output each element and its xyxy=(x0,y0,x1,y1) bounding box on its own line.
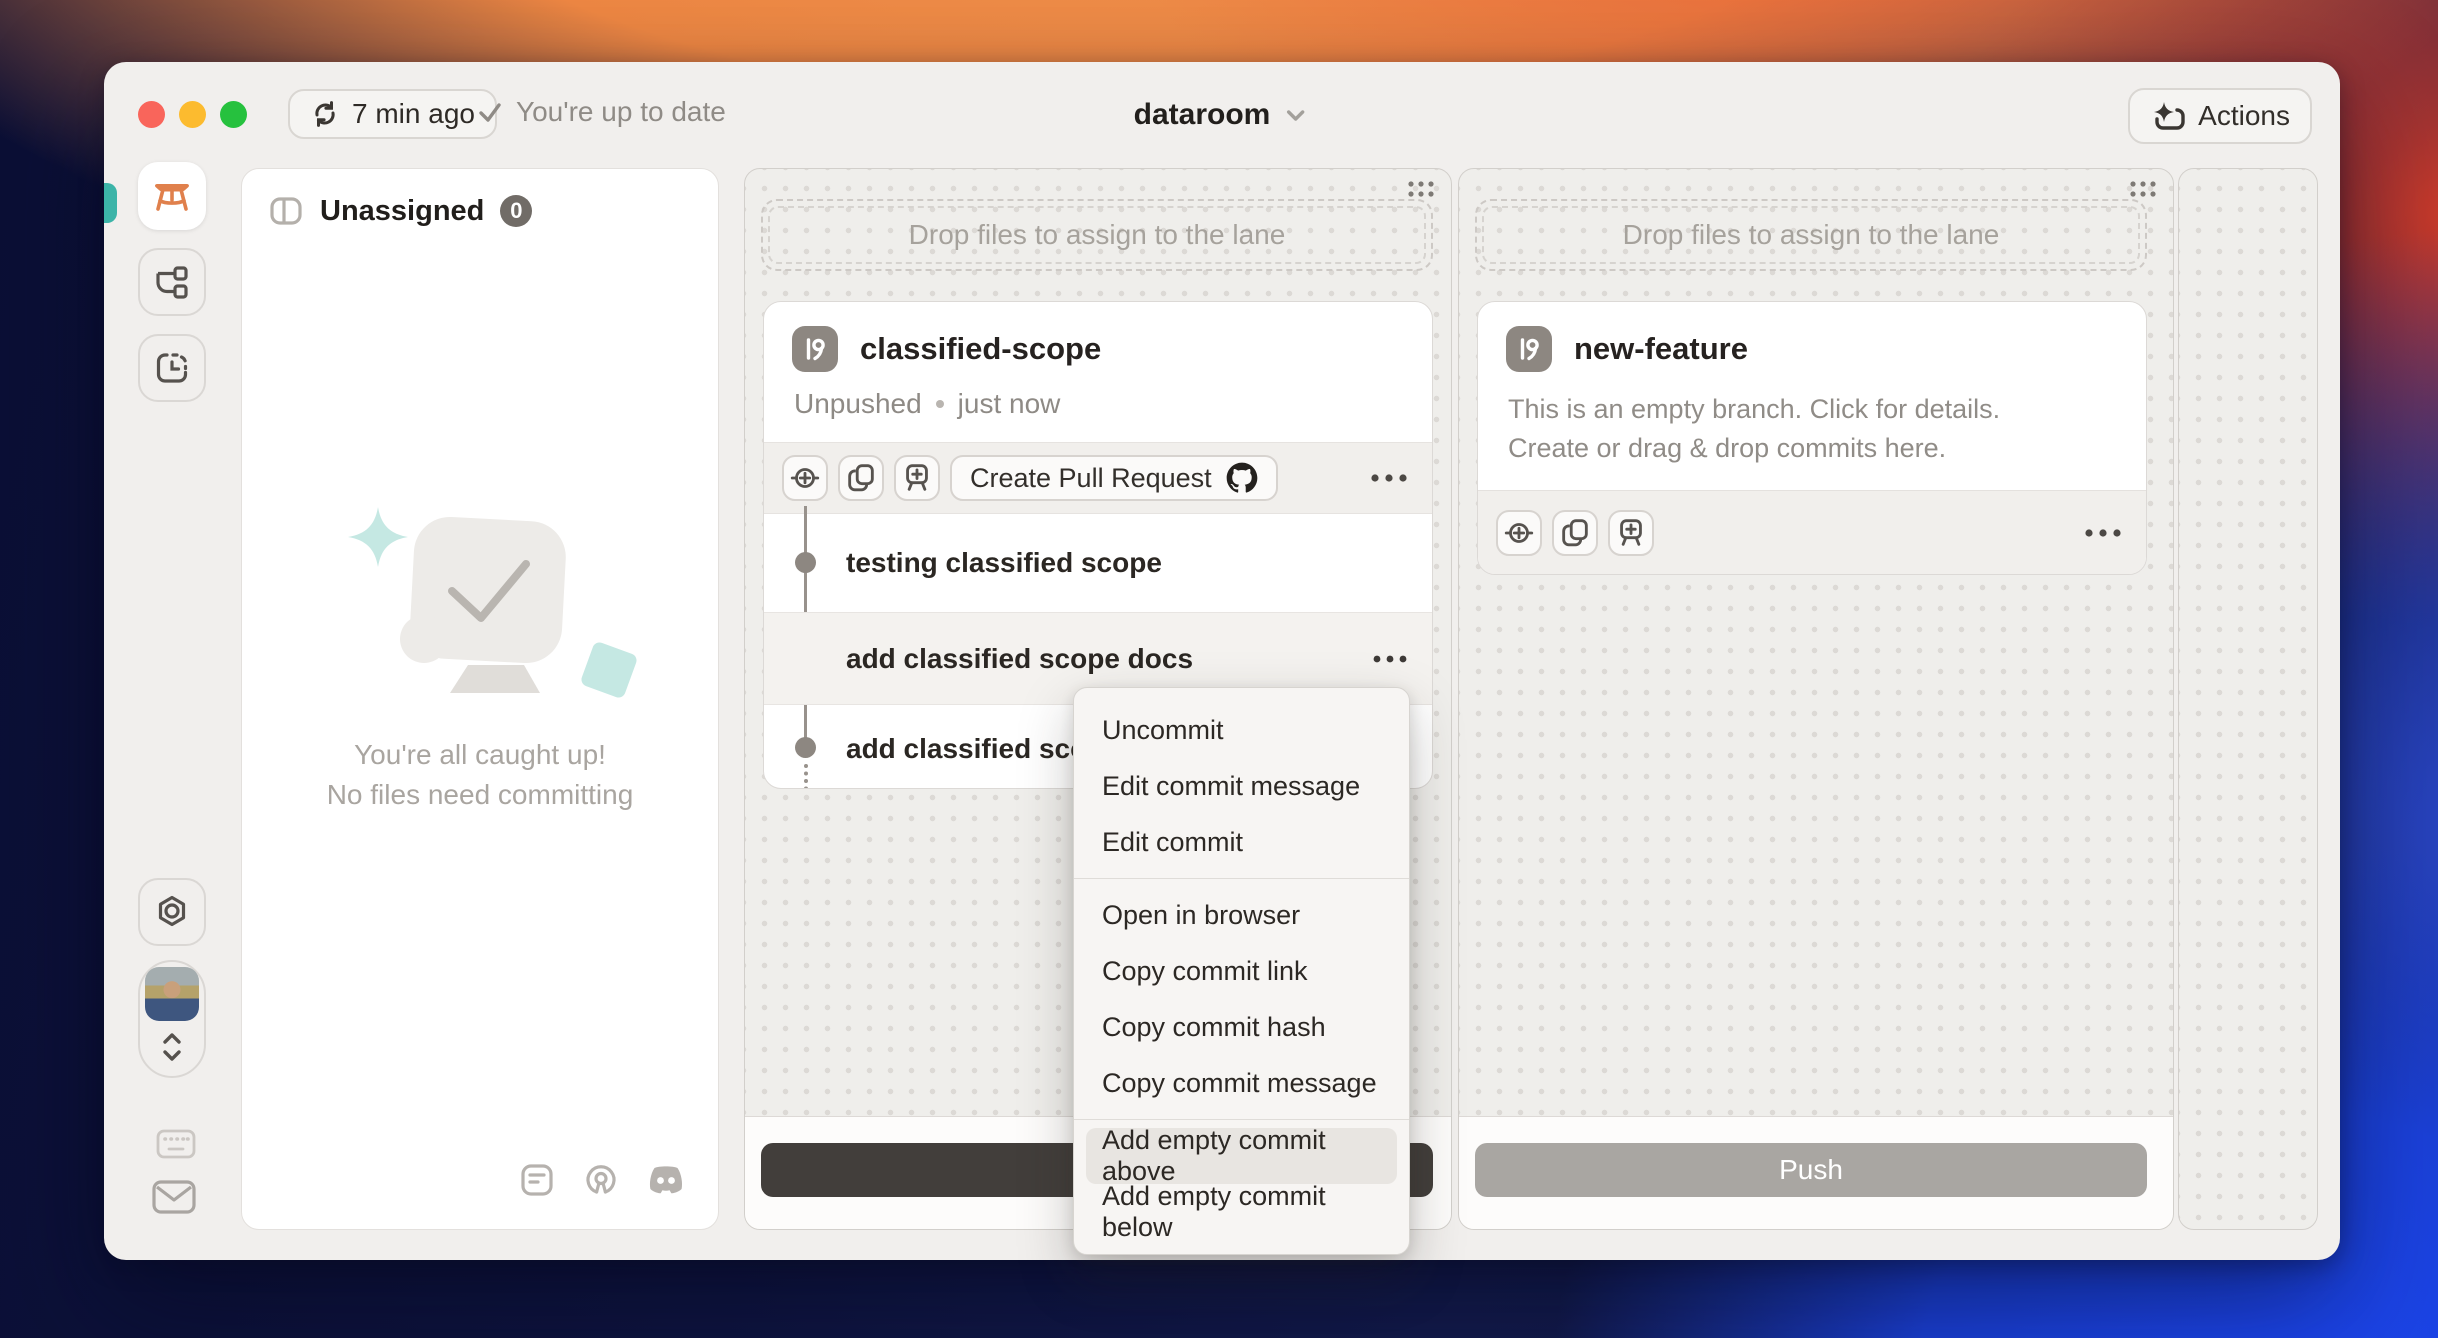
commit-context-menu: Uncommit Edit commit message Edit commit… xyxy=(1073,687,1410,1255)
menu-item-uncommit[interactable]: Uncommit xyxy=(1086,702,1397,758)
push-button[interactable]: Push xyxy=(1475,1143,2147,1197)
empty-state-subtitle: No files need committing xyxy=(326,779,634,810)
unassigned-panel: Unassigned 0 You're all caught up! No fi… xyxy=(241,168,719,1230)
desktop-wallpaper: 7 min ago You're up to date dataroom Act… xyxy=(0,0,2438,1338)
nav-workspace-button[interactable] xyxy=(138,162,206,230)
create-pr-button[interactable]: Create Pull Request xyxy=(950,455,1278,501)
sparkle-box-icon xyxy=(2150,98,2186,134)
branch-menu-button[interactable] xyxy=(2078,510,2128,556)
menu-item-add-empty-commit-below[interactable]: Add empty commit below xyxy=(1086,1181,1397,1242)
split-view-icon[interactable] xyxy=(268,193,304,229)
notes-icon[interactable] xyxy=(518,1161,556,1199)
copy-branch-button[interactable] xyxy=(838,455,884,501)
zoom-button[interactable] xyxy=(220,101,247,128)
new-dependent-branch-button[interactable] xyxy=(894,455,940,501)
lanes-canvas: Drop files to assign to the lane classif… xyxy=(737,168,2318,1230)
menu-item-edit-commit[interactable]: Edit commit xyxy=(1086,814,1397,870)
dot-separator xyxy=(935,400,944,408)
empty-state-illustration xyxy=(320,499,640,714)
menu-item-copy-commit-hash[interactable]: Copy commit hash xyxy=(1086,999,1397,1055)
commit-message: testing classified scope xyxy=(846,547,1162,578)
lane-empty-gutter xyxy=(2178,168,2318,1230)
branch-card[interactable]: new-feature This is an empty branch. Cli… xyxy=(1477,301,2147,575)
branch-state: Unpushed xyxy=(794,388,922,419)
status-text: You're up to date xyxy=(516,96,726,127)
chevron-updown-icon xyxy=(157,1029,187,1065)
branch-time: just now xyxy=(957,388,1061,419)
project-name: dataroom xyxy=(1133,98,1271,131)
project-switcher[interactable]: dataroom xyxy=(1134,98,1311,132)
settings-gear-icon xyxy=(153,893,191,931)
branch-name[interactable]: classified-scope xyxy=(860,331,1101,367)
window-controls xyxy=(138,101,247,128)
account-switcher[interactable] xyxy=(138,960,206,1078)
empty-branch-line2: Create or drag & drop commits here. xyxy=(1508,433,1947,463)
empty-branch-line1: This is an empty branch. Click for detai… xyxy=(1508,394,2001,424)
commit-message: add classified scope docs xyxy=(846,642,1194,674)
history-clock-icon xyxy=(153,349,191,387)
menu-divider xyxy=(1074,1119,1409,1120)
sync-icon xyxy=(310,99,340,129)
settings-button[interactable] xyxy=(138,878,206,946)
actions-label: Actions xyxy=(2198,100,2290,131)
check-icon xyxy=(476,98,504,126)
drop-hint: Drop files to assign to the lane xyxy=(1622,219,2000,250)
github-icon xyxy=(1226,462,1258,494)
branch-toolbar xyxy=(1478,490,2146,574)
empty-state-title: You're all caught up! xyxy=(354,739,606,770)
branch-toolbar: Create Pull Request xyxy=(764,442,1432,514)
new-dependent-branch-button[interactable] xyxy=(1608,509,1654,556)
branch-badge-icon xyxy=(792,326,838,372)
branch-menu-button[interactable] xyxy=(1364,455,1414,501)
actions-button[interactable]: Actions xyxy=(2128,88,2312,144)
menu-item-copy-commit-message[interactable]: Copy commit message xyxy=(1086,1055,1397,1111)
nav-branches-button[interactable] xyxy=(138,248,206,316)
feedback-button[interactable] xyxy=(152,1180,196,1214)
menu-divider xyxy=(1074,878,1409,879)
drag-handle-icon[interactable] xyxy=(2127,179,2159,199)
unassigned-count-badge: 0 xyxy=(500,195,533,227)
drop-target[interactable]: Drop files to assign to the lane xyxy=(1475,199,2147,271)
drag-handle-icon[interactable] xyxy=(1405,179,1437,199)
create-pr-label: Create Pull Request xyxy=(970,462,1212,493)
commit-message: add classified sco xyxy=(846,732,1088,764)
edge-notch xyxy=(104,183,117,223)
branches-icon xyxy=(153,263,191,301)
branch-name[interactable]: new-feature xyxy=(1574,331,1748,367)
minimize-button[interactable] xyxy=(179,101,206,128)
mail-icon xyxy=(152,1180,196,1214)
discord-icon[interactable] xyxy=(646,1164,686,1196)
sync-label: 7 min ago xyxy=(352,98,475,129)
branch-badge-icon xyxy=(1506,326,1552,372)
menu-item-add-empty-commit-above[interactable]: Add empty commit above xyxy=(1086,1125,1397,1186)
unassigned-title: Unassigned xyxy=(320,194,485,227)
close-button[interactable] xyxy=(138,101,165,128)
sync-button[interactable]: 7 min ago xyxy=(288,89,497,139)
menu-item-edit-commit-message[interactable]: Edit commit message xyxy=(1086,758,1397,814)
menu-item-open-in-browser[interactable]: Open in browser xyxy=(1086,887,1397,943)
commit-row[interactable]: testing classified scope xyxy=(764,514,1432,612)
stool-logo-icon xyxy=(150,174,194,218)
drop-hint: Drop files to assign to the lane xyxy=(908,219,1286,250)
assign-target-button[interactable] xyxy=(782,455,828,501)
avatar xyxy=(145,967,199,1021)
keyboard-shortcuts-button[interactable] xyxy=(156,1128,196,1160)
assign-target-button[interactable] xyxy=(1496,509,1542,556)
open-source-icon[interactable] xyxy=(582,1161,620,1199)
copy-branch-button[interactable] xyxy=(1552,509,1598,556)
nav-history-button[interactable] xyxy=(138,334,206,402)
chevron-down-icon xyxy=(1280,100,1310,130)
menu-item-copy-commit-link[interactable]: Copy commit link xyxy=(1086,943,1397,999)
drop-target[interactable]: Drop files to assign to the lane xyxy=(761,199,1433,271)
update-status: You're up to date xyxy=(476,96,726,128)
keyboard-icon xyxy=(156,1128,196,1160)
lane-new-feature: Drop files to assign to the lane new-fea… xyxy=(1458,168,2174,1230)
lane-footer: Push xyxy=(1459,1116,2173,1229)
